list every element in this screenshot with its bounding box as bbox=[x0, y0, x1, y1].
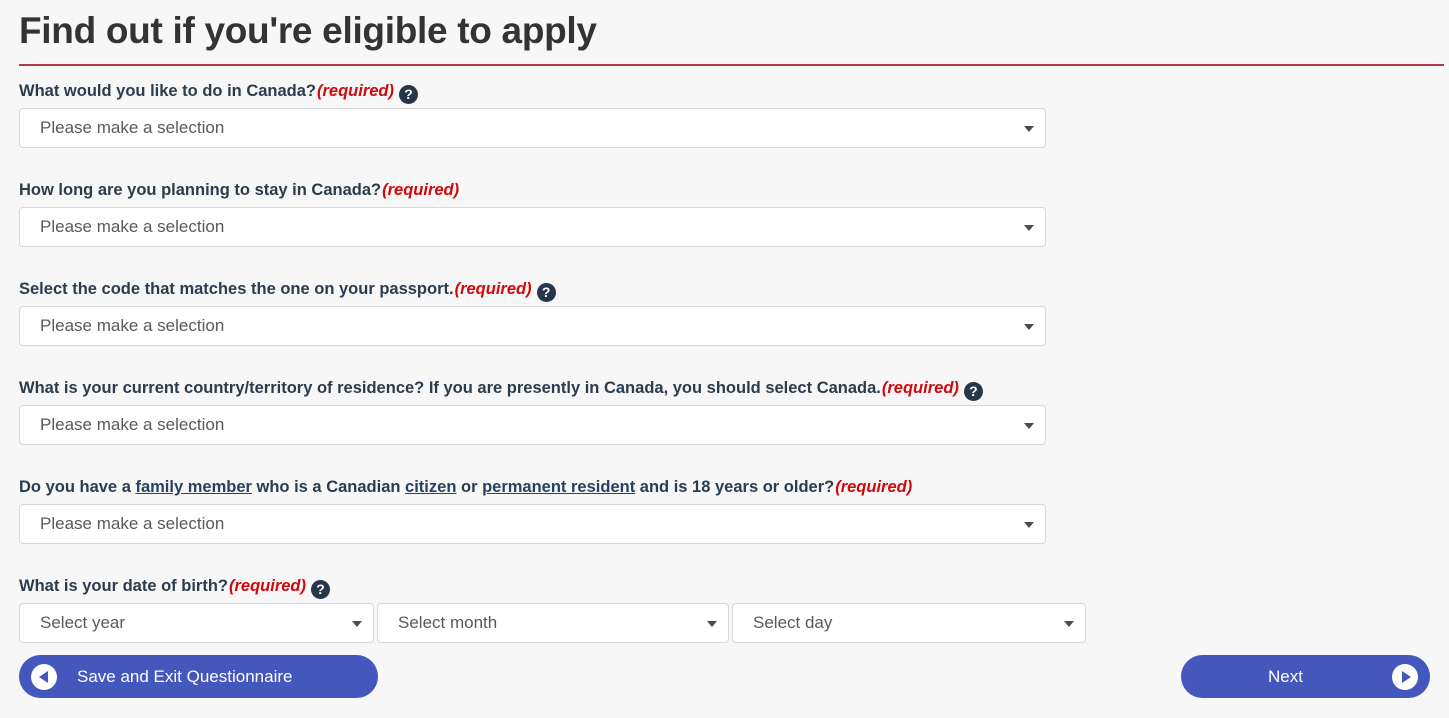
question-mark-icon[interactable]: ? bbox=[311, 580, 331, 599]
chevron-down-icon bbox=[1024, 126, 1034, 132]
required-marker: (required) bbox=[881, 379, 959, 397]
arrow-right-circle-icon bbox=[1392, 663, 1418, 690]
questionnaire-form: What would you like to do in Canada?(req… bbox=[0, 66, 1449, 643]
question-country-of-residence-label: What is your current country/territory o… bbox=[19, 363, 1449, 405]
chevron-down-icon bbox=[1064, 621, 1074, 627]
required-marker: (required) bbox=[835, 478, 913, 496]
select-birth-year-value: Select year bbox=[40, 613, 126, 632]
page-title: Find out if you're eligible to apply bbox=[19, 10, 597, 51]
label-part-1: Do you have a bbox=[19, 478, 136, 496]
next-button[interactable]: Next bbox=[1181, 655, 1430, 698]
select-passport-code-value: Please make a selection bbox=[40, 316, 225, 335]
select-family-member-value: Please make a selection bbox=[40, 514, 225, 533]
question-country-of-residence-label-text: What is your current country/territory o… bbox=[19, 379, 881, 397]
select-purpose[interactable]: Please make a selection bbox=[19, 108, 1046, 148]
chevron-down-icon bbox=[352, 621, 362, 627]
question-date-of-birth-label-text: What is your date of birth? bbox=[19, 577, 228, 595]
question-duration: How long are you planning to stay in Can… bbox=[19, 165, 1449, 264]
link-citizen[interactable]: citizen bbox=[405, 478, 456, 496]
question-family-member-label: Do you have a family member who is a Can… bbox=[19, 462, 1449, 504]
question-purpose: What would you like to do in Canada?(req… bbox=[19, 66, 1449, 165]
select-birth-year[interactable]: Select year bbox=[19, 603, 374, 643]
chevron-down-icon bbox=[707, 621, 717, 627]
question-duration-label-text: How long are you planning to stay in Can… bbox=[19, 181, 382, 199]
select-purpose-value: Please make a selection bbox=[40, 118, 225, 137]
select-birth-day-value: Select day bbox=[753, 613, 833, 632]
question-mark-icon[interactable]: ? bbox=[399, 85, 419, 104]
question-duration-label: How long are you planning to stay in Can… bbox=[19, 165, 1449, 207]
question-family-member: Do you have a family member who is a Can… bbox=[19, 462, 1449, 561]
required-marker: (required) bbox=[454, 280, 532, 298]
chevron-down-icon bbox=[1024, 324, 1034, 330]
select-duration[interactable]: Please make a selection bbox=[19, 207, 1046, 247]
required-marker: (required) bbox=[317, 82, 395, 100]
eligibility-questionnaire-page: Find out if you're eligible to apply Wha… bbox=[0, 0, 1449, 718]
label-part-3: or bbox=[456, 478, 483, 496]
question-mark-icon[interactable]: ? bbox=[963, 382, 983, 401]
label-part-4: and is 18 years or older? bbox=[635, 478, 835, 496]
question-country-of-residence: What is your current country/territory o… bbox=[19, 363, 1449, 462]
date-of-birth-row: Select year Select month Select day bbox=[19, 603, 1449, 643]
link-family-member[interactable]: family member bbox=[135, 478, 251, 496]
save-and-exit-button[interactable]: Save and Exit Questionnaire bbox=[19, 655, 378, 698]
label-part-2: who is a Canadian bbox=[251, 478, 406, 496]
select-duration-value: Please make a selection bbox=[40, 217, 225, 236]
question-passport-code-label-text: Select the code that matches the one on … bbox=[19, 280, 454, 298]
chevron-down-icon bbox=[1024, 423, 1034, 429]
save-and-exit-button-label: Save and Exit Questionnaire bbox=[77, 667, 293, 686]
link-permanent-resident[interactable]: permanent resident bbox=[482, 478, 635, 496]
select-birth-month[interactable]: Select month bbox=[377, 603, 729, 643]
chevron-down-icon bbox=[1024, 225, 1034, 231]
required-marker: (required) bbox=[229, 577, 307, 595]
select-passport-code[interactable]: Please make a selection bbox=[19, 306, 1046, 346]
select-birth-month-value: Select month bbox=[398, 613, 498, 632]
question-purpose-label-text: What would you like to do in Canada? bbox=[19, 82, 316, 100]
question-mark-icon[interactable]: ? bbox=[536, 283, 556, 302]
arrow-left-circle-icon bbox=[31, 663, 57, 690]
required-marker: (required) bbox=[382, 181, 460, 199]
question-passport-code-label: Select the code that matches the one on … bbox=[19, 264, 1449, 306]
next-button-label: Next bbox=[1268, 667, 1303, 686]
question-passport-code: Select the code that matches the one on … bbox=[19, 264, 1449, 363]
select-birth-day[interactable]: Select day bbox=[732, 603, 1086, 643]
select-country-of-residence[interactable]: Please make a selection bbox=[19, 405, 1046, 445]
chevron-down-icon bbox=[1024, 522, 1034, 528]
question-date-of-birth-label: What is your date of birth?(required)? bbox=[19, 561, 1449, 603]
select-family-member[interactable]: Please make a selection bbox=[19, 504, 1046, 544]
select-country-of-residence-value: Please make a selection bbox=[40, 415, 225, 434]
question-purpose-label: What would you like to do in Canada?(req… bbox=[19, 66, 1449, 108]
question-date-of-birth: What is your date of birth?(required)? S… bbox=[19, 561, 1449, 643]
form-actions: Save and Exit Questionnaire Next bbox=[0, 652, 1449, 712]
